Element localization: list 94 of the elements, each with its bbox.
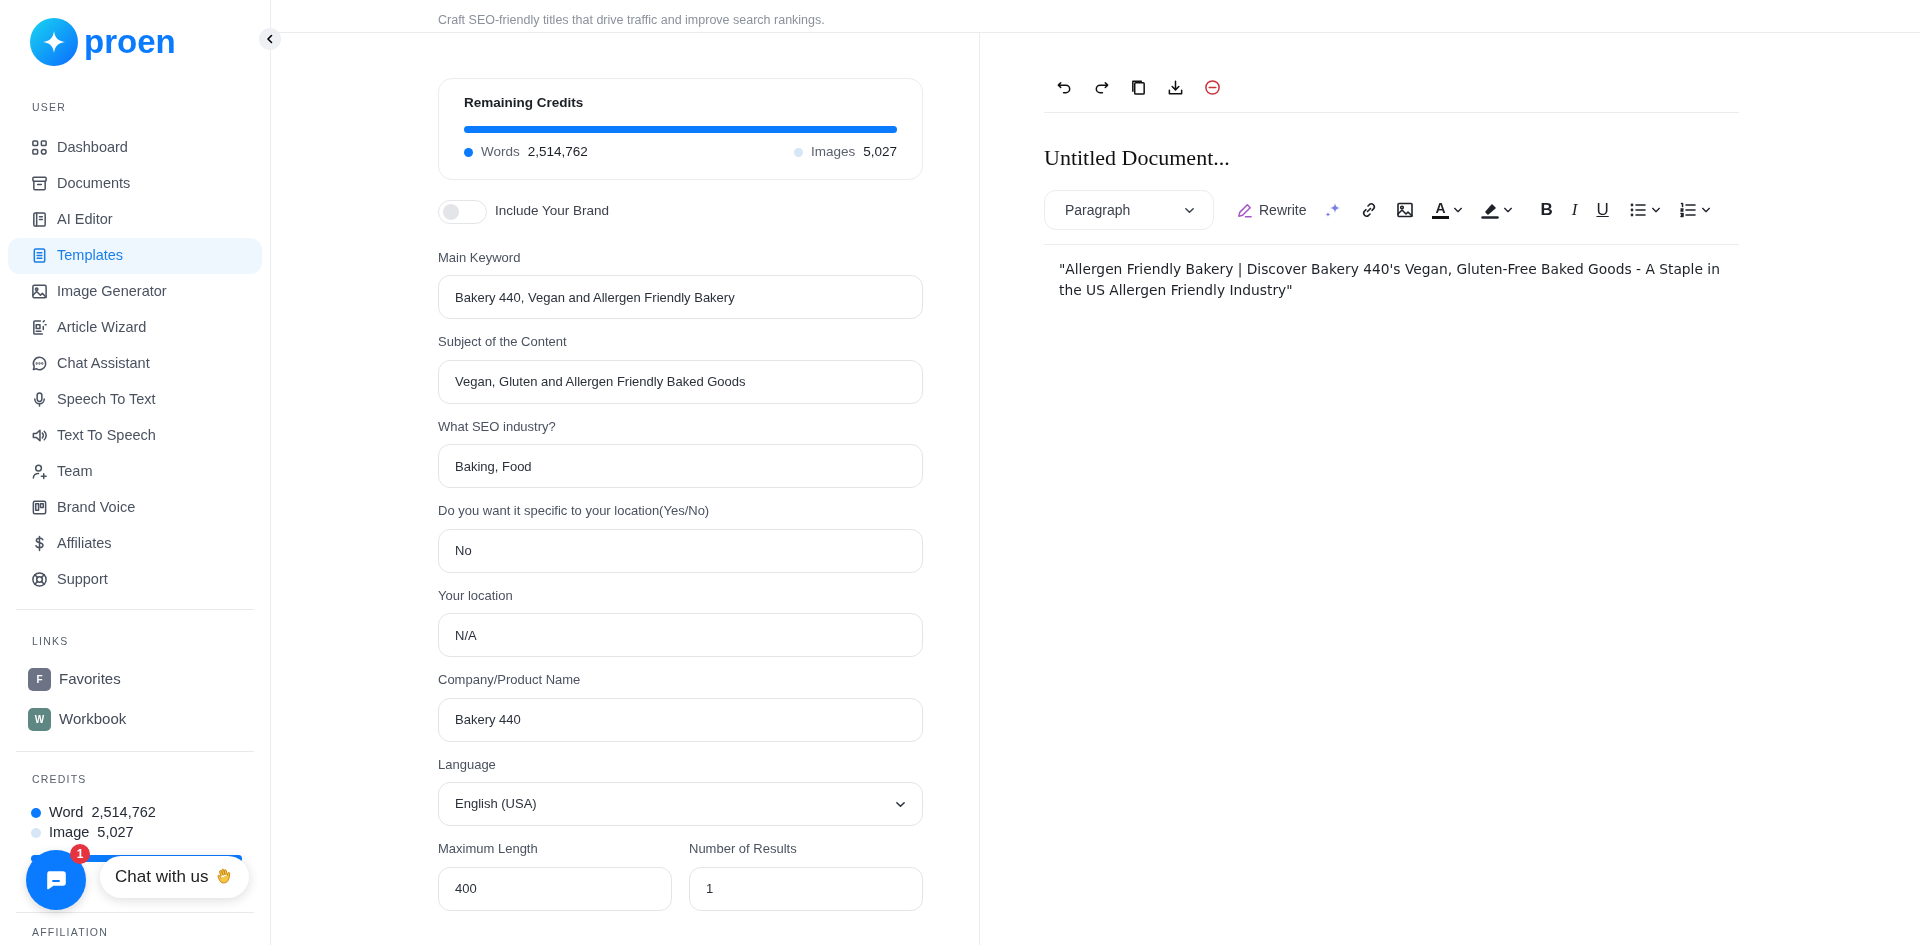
credit-value: 2,514,762	[91, 803, 156, 823]
sidebar-item[interactable]: Text To Speech	[8, 417, 262, 454]
input-field[interactable]: Bakery 440	[438, 697, 923, 742]
input-field[interactable]: Vegan, Gluten and Allergen Friendly Baked Goods	[438, 359, 923, 404]
toggle-label: Include Your Brand	[495, 202, 610, 221]
input-field[interactable]: No	[438, 528, 923, 573]
credit-label: Images	[810, 143, 856, 162]
section-title: USER	[31, 100, 67, 115]
initial-tile: F	[28, 668, 51, 691]
credit-label: Image	[49, 823, 90, 843]
page-subtitle: Craft SEO-friendly titles that drive traffic and improve search rankings.	[438, 13, 825, 29]
italic-button[interactable]: I	[1562, 197, 1587, 223]
section-title: LINKS	[31, 633, 70, 649]
download-icon	[1167, 79, 1184, 96]
sidebar-item[interactable]: Image Generator	[8, 273, 262, 310]
input-field[interactable]: 400	[438, 866, 672, 911]
logo-text: proen	[84, 22, 176, 63]
bold-button[interactable]: B	[1534, 197, 1559, 223]
sidebar-item[interactable]: Documents	[8, 165, 262, 202]
field-label: Number of Results	[689, 840, 798, 858]
credit-value: 5,027	[97, 823, 134, 843]
card-title: Remaining Credits	[464, 94, 585, 112]
image-icon	[1396, 201, 1415, 219]
document-icon	[31, 247, 48, 265]
credit-value: 2,514,762	[527, 143, 588, 162]
minus-circle-icon	[1204, 79, 1221, 96]
article-icon	[31, 319, 48, 337]
chevron-down-icon	[1650, 205, 1661, 215]
sidebar-item[interactable]: Team	[8, 453, 262, 490]
lifebuoy-icon	[31, 571, 48, 589]
field-label: Your location	[438, 586, 514, 605]
sidebar-item[interactable]: Article Wizard	[8, 309, 262, 346]
text-color-button[interactable]: A	[1428, 201, 1467, 219]
paragraph-select[interactable]: Paragraph	[1044, 190, 1214, 230]
sidebar-item[interactable]: Chat Assistant	[8, 345, 262, 382]
language-select[interactable]: English (USA)	[438, 782, 923, 826]
link-item[interactable]: F Favorites	[8, 659, 262, 700]
input-field[interactable]: Baking, Food	[438, 444, 923, 488]
pencil-icon	[1236, 201, 1253, 219]
field-label: Maximum Length	[438, 840, 539, 858]
credit-label: Word	[49, 803, 84, 823]
section-title: CREDITS	[31, 771, 88, 787]
notebook-icon	[31, 211, 48, 229]
sparkle-logo-icon	[30, 18, 78, 66]
input-field[interactable]: Bakery 440, Vegan and Allergen Friendly Bakery	[438, 275, 923, 319]
input-field[interactable]: 1	[689, 866, 923, 911]
redo-icon	[1093, 79, 1110, 96]
chat-bubble-icon	[31, 355, 48, 373]
numbered-list-icon	[1678, 201, 1697, 219]
underline-button[interactable]: U	[1590, 197, 1615, 223]
credit-value: 5,027	[863, 143, 897, 162]
chat-prompt-text: Chat with us	[115, 866, 209, 889]
section-title: AFFILIATION	[31, 925, 109, 941]
input-field[interactable]: N/A	[438, 613, 923, 657]
collapse-sidebar-button[interactable]	[259, 28, 281, 50]
highlighter-icon	[1480, 201, 1499, 219]
sidebar-item[interactable]: Dashboard	[8, 129, 262, 166]
field-label: Do you want it specific to your location(Yes/No)	[438, 502, 711, 520]
undo-icon	[1056, 79, 1073, 96]
link-label: Favorites	[59, 669, 121, 690]
user-plus-icon	[31, 463, 48, 481]
sidebar-item[interactable]: Support	[8, 561, 262, 598]
link-label: Workbook	[59, 709, 127, 730]
rewrite-button[interactable]: Rewrite	[1232, 199, 1311, 221]
chat-bubble-icon	[44, 868, 68, 892]
archive-icon	[31, 175, 48, 193]
sidebar-item[interactable]: Speech To Text	[8, 381, 262, 418]
field-label: Language	[438, 755, 497, 774]
field-label: What SEO industry?	[438, 417, 557, 436]
chevron-down-icon	[1452, 205, 1463, 215]
field-label: Subject of the Content	[438, 333, 568, 351]
sidebar-item[interactable]: Templates	[8, 237, 262, 274]
document-text: "Allergen Friendly Bakery | Discover Bakery 440's Vegan, Gluten-Free Baked Goods - A Staple in the US Allergen Friendly Industry"	[1058, 260, 1721, 301]
copy-icon	[1130, 79, 1147, 96]
image-icon	[31, 283, 48, 301]
credit-label: Words	[481, 143, 520, 162]
chevron-down-icon	[1502, 205, 1513, 215]
sidebar-item[interactable]: AI Editor	[8, 201, 262, 238]
chat-prompt-bubble[interactable]: Chat with us	[100, 856, 249, 898]
field-label: Company/Product Name	[438, 671, 582, 689]
notification-badge: 1	[70, 844, 90, 864]
sidebar-item[interactable]: Brand Voice	[8, 489, 262, 526]
microphone-icon	[31, 391, 48, 409]
initial-tile: W	[28, 708, 51, 731]
chat-launcher-button[interactable]	[26, 850, 86, 910]
link-item[interactable]: W Workbook	[8, 699, 262, 740]
field-label: Main Keyword	[438, 248, 522, 267]
sidebar-item[interactable]: Affiliates	[8, 525, 262, 562]
board-icon	[31, 499, 48, 517]
chevron-left-icon	[265, 34, 275, 44]
document-title: Untitled Document...	[1044, 144, 1231, 172]
chevron-down-icon	[1700, 205, 1711, 215]
grid-icon	[31, 139, 48, 157]
bullet-list-icon	[1628, 201, 1647, 219]
